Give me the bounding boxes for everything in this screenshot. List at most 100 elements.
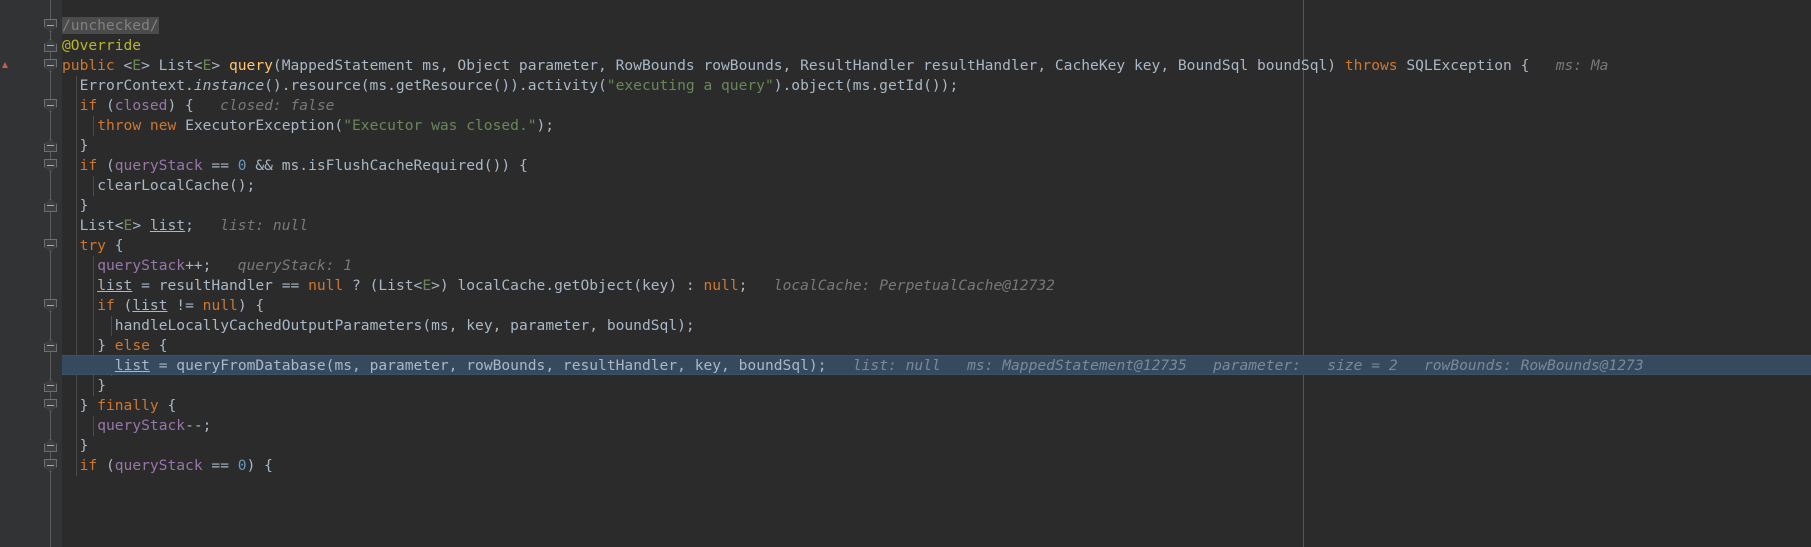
code-token: > List< xyxy=(141,57,203,74)
right-margin-guide xyxy=(1303,0,1304,547)
inline-debug-value: list: null ms: MappedStatement@12735 par… xyxy=(826,357,1644,374)
indent-guide-line xyxy=(93,176,95,196)
code-token: ErrorContext. xyxy=(79,77,194,94)
code-line[interactable]: public <E> List<E> query(MappedStatement… xyxy=(62,56,1608,76)
indent-guide-line xyxy=(110,316,112,336)
code-token: null xyxy=(308,277,344,294)
code-token: ) { xyxy=(237,297,265,314)
inline-debug-value: ms: Ma xyxy=(1529,57,1609,74)
code-token: queryStack xyxy=(97,417,186,434)
code-token: E xyxy=(132,57,142,74)
code-token: public xyxy=(62,57,115,74)
code-line[interactable]: List<E> list; list: null xyxy=(80,216,309,236)
code-token: && ms.isFlushCacheRequired()) { xyxy=(246,157,528,174)
code-line[interactable]: ErrorContext.instance().resource(ms.getR… xyxy=(80,76,959,96)
code-token: { xyxy=(105,237,124,254)
code-line[interactable]: list = queryFromDatabase(ms, parameter, … xyxy=(115,356,1644,376)
code-line[interactable]: } finally { xyxy=(80,396,177,416)
code-token: null xyxy=(202,297,238,314)
inline-debug-value: closed: false xyxy=(193,97,335,114)
code-token: } xyxy=(79,137,89,154)
code-token: } xyxy=(79,197,89,214)
code-token: ? (List< xyxy=(343,277,423,294)
code-line[interactable]: /unchecked/ xyxy=(62,16,159,36)
code-token: finally xyxy=(97,397,159,414)
code-token: == xyxy=(202,157,238,174)
code-line[interactable]: } xyxy=(97,376,106,396)
code-token: query xyxy=(228,57,273,74)
code-token: SQLException { xyxy=(1397,57,1530,74)
code-token: try xyxy=(79,237,106,254)
code-token: list xyxy=(149,217,186,234)
code-line[interactable]: clearLocalCache(); xyxy=(97,176,255,196)
code-token: > xyxy=(211,57,229,74)
code-token: = queryFromDatabase(ms, parameter, rowBo… xyxy=(149,357,827,374)
code-line[interactable]: } xyxy=(80,136,89,156)
inline-debug-value: queryStack: 1 xyxy=(211,257,353,274)
code-token: ).object(ms.getId()); xyxy=(773,77,959,94)
code-line[interactable]: if (queryStack == 0 && ms.isFlushCacheRe… xyxy=(80,156,528,176)
code-token: list xyxy=(97,277,133,294)
inline-debug-value: localCache: PerpetualCache@12732 xyxy=(747,277,1055,294)
code-line[interactable]: throw new ExecutorException("Executor wa… xyxy=(97,116,554,136)
code-token: ( xyxy=(97,157,115,174)
editor-gutter[interactable] xyxy=(0,0,41,547)
code-line[interactable]: @Override xyxy=(62,36,141,56)
code-token: @Override xyxy=(62,37,142,54)
indent-guide-line xyxy=(93,416,95,436)
code-token: ().resource(ms.getResource()).activity( xyxy=(264,77,607,94)
inline-debug-value: list: null xyxy=(193,217,309,234)
code-line[interactable]: list = resultHandler == null ? (List<E>)… xyxy=(97,276,1055,296)
code-line[interactable]: if (list != null) { xyxy=(97,296,264,316)
code-line[interactable]: } xyxy=(80,196,89,216)
indent-guide-line xyxy=(93,116,95,136)
code-token: ( xyxy=(97,457,115,474)
code-token: throws xyxy=(1344,57,1398,74)
code-token: < xyxy=(114,57,133,74)
code-token: ++; xyxy=(185,257,212,274)
code-token: ) { xyxy=(167,97,194,114)
code-token: ) { xyxy=(246,457,273,474)
code-token: if xyxy=(79,157,98,174)
code-token: if xyxy=(79,457,98,474)
code-token: > xyxy=(132,217,150,234)
code-token: null xyxy=(703,277,739,294)
code-token: throw xyxy=(97,117,142,134)
code-token: ; xyxy=(185,217,194,234)
code-token: "Executor was closed." xyxy=(343,117,537,134)
code-token: --; xyxy=(185,417,212,434)
code-token: } xyxy=(97,377,106,394)
code-token: { xyxy=(149,337,168,354)
code-token: >) localCache.getObject(key) : xyxy=(431,277,704,294)
code-token: 0 xyxy=(237,157,247,174)
code-token: handleLocallyCachedOutputParameters(ms, … xyxy=(114,317,695,334)
code-line[interactable]: } xyxy=(80,436,89,456)
code-token: /unchecked/ xyxy=(62,17,159,34)
code-token: queryStack xyxy=(114,157,203,174)
code-token: "executing a query" xyxy=(606,77,774,94)
code-token: { xyxy=(158,397,177,414)
code-line[interactable]: try { xyxy=(80,236,124,256)
code-token: } xyxy=(97,337,115,354)
code-line[interactable]: handleLocallyCachedOutputParameters(ms, … xyxy=(115,316,695,336)
code-token: } xyxy=(79,437,89,454)
code-token: else xyxy=(114,337,150,354)
code-token: 0 xyxy=(237,457,247,474)
code-line[interactable]: if (queryStack == 0) { xyxy=(80,456,273,476)
code-token: list xyxy=(114,357,150,374)
code-token: E xyxy=(123,217,133,234)
code-token: ( xyxy=(97,97,115,114)
code-line[interactable]: queryStack++; queryStack: 1 xyxy=(97,256,352,276)
code-line[interactable]: } else { xyxy=(97,336,167,356)
indent-guide-line xyxy=(93,256,95,396)
code-line[interactable]: if (closed) { closed: false xyxy=(80,96,335,116)
code-token: new xyxy=(149,117,177,134)
code-token: closed xyxy=(114,97,168,114)
code-token: clearLocalCache(); xyxy=(97,177,256,194)
code-editor[interactable]: /unchecked/@Override public <E> List<E> q… xyxy=(0,0,1811,547)
code-surface[interactable]: /unchecked/@Override public <E> List<E> q… xyxy=(62,0,1811,547)
code-token: instance xyxy=(193,77,265,94)
code-token: == xyxy=(202,457,238,474)
code-line[interactable]: queryStack--; xyxy=(97,416,211,436)
